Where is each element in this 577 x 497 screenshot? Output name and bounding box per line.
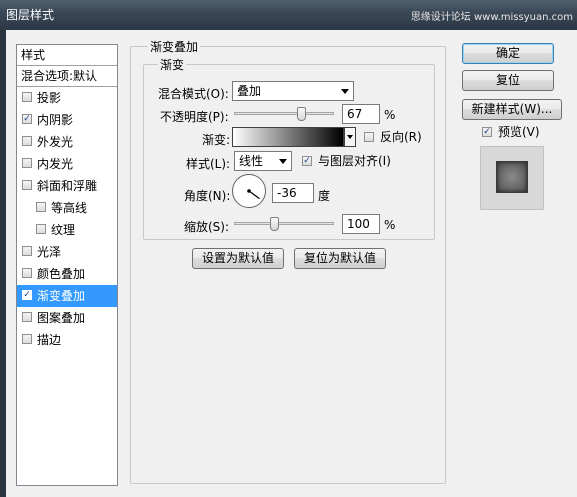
preview-checkbox[interactable]: ✓ 预览(V) (482, 124, 540, 140)
style-item-checkbox[interactable] (36, 224, 46, 234)
style-item-label: 斜面和浮雕 (37, 179, 98, 193)
style-list-item[interactable]: 投影 (17, 87, 117, 109)
style-list-item[interactable]: 描边 (17, 329, 117, 351)
blend-mode-value: 叠加 (237, 84, 262, 98)
style-item-label: 外发光 (37, 135, 74, 149)
set-as-default-button[interactable]: 设置为默认值 (192, 248, 284, 269)
preview-label: 预览(V) (498, 125, 540, 139)
angle-input[interactable]: -36 (272, 183, 314, 203)
style-item-checkbox[interactable] (22, 334, 32, 344)
style-item-label: 纹理 (51, 223, 76, 237)
style-list-item[interactable]: 纹理 (17, 219, 117, 241)
layer-style-dialog: 样式 混合选项:默认 投影 ✓ 内阴影外发光内发光斜面和浮雕等高线纹理光泽颜色叠加 ✓… (6, 30, 577, 497)
title-bar: 图层样式 思缘设计论坛 www.missyuan.com (0, 0, 577, 30)
window-title: 图层样式 (6, 8, 55, 22)
gradient-picker[interactable] (232, 127, 344, 147)
preview-checkbox-box[interactable]: ✓ (482, 127, 492, 137)
gradient-dropdown-button[interactable] (344, 127, 356, 147)
style-list-header[interactable]: 样式 (17, 45, 117, 66)
style-item-checkbox[interactable] (22, 268, 32, 278)
chevron-down-icon (279, 159, 287, 164)
style-list-item[interactable]: 颜色叠加 (17, 263, 117, 285)
reverse-checkbox[interactable]: 反向(R) (364, 129, 422, 145)
style-item-checkbox[interactable] (36, 202, 46, 212)
section-title: 渐变叠加 (148, 38, 201, 55)
blend-mode-select[interactable]: 叠加 (232, 81, 354, 101)
opacity-slider-track[interactable] (234, 112, 334, 115)
reverse-label: 反向(R) (380, 130, 422, 144)
scale-unit: % (384, 218, 396, 232)
align-label: 与图层对齐(I) (318, 154, 391, 168)
style-item-checkbox[interactable] (22, 92, 32, 102)
style-item-checkbox[interactable] (22, 136, 32, 146)
style-item-checkbox[interactable] (22, 158, 32, 168)
style-item-checkbox[interactable] (22, 312, 32, 322)
new-style-button[interactable]: 新建样式(W)... (462, 99, 562, 120)
style-item-label: 内阴影 (37, 113, 74, 127)
style-list-item[interactable]: 图案叠加 (17, 307, 117, 329)
reset-to-default-button[interactable]: 复位为默认值 (294, 248, 386, 269)
opacity-unit: % (384, 108, 396, 122)
style-item-label: 光泽 (37, 245, 62, 259)
scale-slider-thumb[interactable] (270, 217, 279, 231)
style-label: 样式(L): (186, 157, 231, 171)
style-item-checkbox[interactable] (22, 180, 32, 190)
gradient-style-value: 线性 (239, 154, 264, 168)
opacity-slider-thumb[interactable] (297, 107, 306, 121)
watermark-text: 思缘设计论坛 www.missyuan.com (410, 12, 573, 23)
chevron-down-icon (341, 89, 349, 94)
angle-dial-indicator (247, 189, 260, 200)
style-item-label: 渐变叠加 (37, 289, 86, 303)
style-list-item[interactable]: 等高线 (17, 197, 117, 219)
gradient-group-title: 渐变 (158, 56, 187, 73)
scale-slider-track[interactable] (234, 222, 334, 225)
style-list-item[interactable]: ✓ 内阴影 (17, 109, 117, 131)
blend-options-item[interactable]: 混合选项:默认 (17, 66, 117, 87)
reset-button[interactable]: 复位 (462, 70, 554, 91)
blend-mode-label: 混合模式(O): (158, 87, 229, 101)
style-item-label: 颜色叠加 (37, 267, 86, 281)
style-item-checkbox[interactable]: ✓ (22, 290, 32, 300)
angle-label: 角度(N): (184, 189, 231, 203)
align-checkbox-box[interactable]: ✓ (302, 156, 312, 166)
angle-dial[interactable] (232, 174, 266, 208)
angle-unit: 度 (318, 189, 331, 203)
style-item-label: 等高线 (51, 201, 88, 215)
scale-input[interactable]: 100 (342, 214, 380, 234)
gradient-style-select[interactable]: 线性 (234, 151, 292, 171)
style-list-item[interactable]: 外发光 (17, 131, 117, 153)
style-item-label: 投影 (37, 91, 62, 105)
style-item-checkbox[interactable]: ✓ (22, 114, 32, 124)
style-list-item[interactable]: 光泽 (17, 241, 117, 263)
style-list-item[interactable]: 斜面和浮雕 (17, 175, 117, 197)
style-items: 投影 ✓ 内阴影外发光内发光斜面和浮雕等高线纹理光泽颜色叠加 ✓ 渐变叠加图案叠加描边 (17, 87, 117, 351)
opacity-input[interactable]: 67 (342, 104, 380, 124)
ok-button[interactable]: 确定 (462, 43, 554, 64)
style-item-checkbox[interactable] (22, 246, 32, 256)
style-item-label: 内发光 (37, 157, 74, 171)
preview-swatch (496, 161, 528, 193)
style-list-item[interactable]: 内发光 (17, 153, 117, 175)
reverse-checkbox-box[interactable] (364, 132, 374, 142)
style-list: 样式 混合选项:默认 投影 ✓ 内阴影外发光内发光斜面和浮雕等高线纹理光泽颜色叠加 ✓… (16, 44, 118, 486)
style-preview-thumbnail (480, 146, 544, 210)
scale-label: 缩放(S): (184, 220, 230, 234)
style-item-label: 描边 (37, 333, 62, 347)
style-item-label: 图案叠加 (37, 311, 86, 325)
align-with-layer-checkbox[interactable]: ✓ 与图层对齐(I) (302, 153, 391, 169)
gradient-label: 渐变: (202, 133, 231, 147)
style-list-item[interactable]: ✓ 渐变叠加 (17, 285, 117, 307)
opacity-label: 不透明度(P): (160, 110, 229, 124)
